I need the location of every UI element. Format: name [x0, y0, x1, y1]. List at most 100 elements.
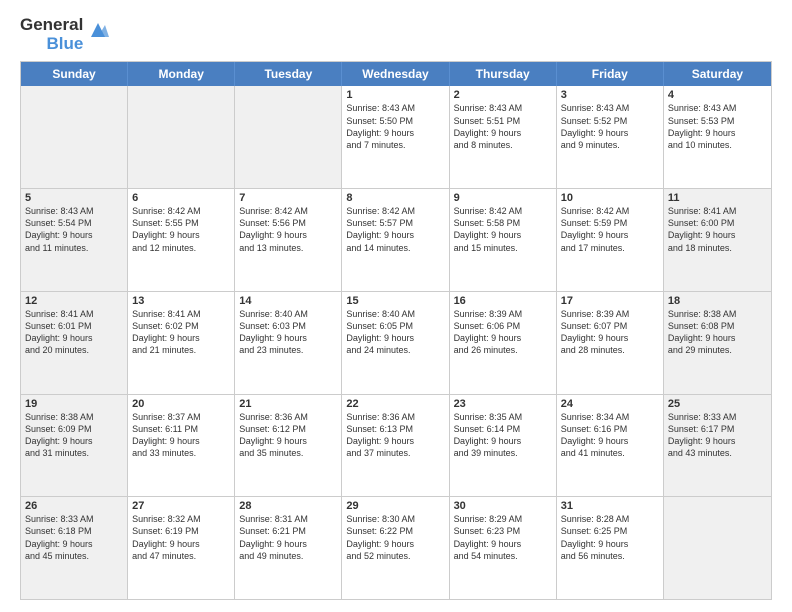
cell-info: Sunrise: 8:33 AM Sunset: 6:18 PM Dayligh… [25, 513, 123, 562]
day-number: 2 [454, 89, 552, 101]
cal-row-0: 1Sunrise: 8:43 AM Sunset: 5:50 PM Daylig… [21, 86, 771, 189]
cal-cell-day-16: 16Sunrise: 8:39 AM Sunset: 6:06 PM Dayli… [450, 292, 557, 394]
day-number: 11 [668, 192, 767, 204]
day-number: 10 [561, 192, 659, 204]
cal-cell-day-11: 11Sunrise: 8:41 AM Sunset: 6:00 PM Dayli… [664, 189, 771, 291]
day-number: 3 [561, 89, 659, 101]
cell-info: Sunrise: 8:33 AM Sunset: 6:17 PM Dayligh… [668, 411, 767, 460]
cell-info: Sunrise: 8:39 AM Sunset: 6:06 PM Dayligh… [454, 308, 552, 357]
cal-cell-day-15: 15Sunrise: 8:40 AM Sunset: 6:05 PM Dayli… [342, 292, 449, 394]
header-cell-sunday: Sunday [21, 62, 128, 86]
cal-cell-day-19: 19Sunrise: 8:38 AM Sunset: 6:09 PM Dayli… [21, 395, 128, 497]
cell-info: Sunrise: 8:43 AM Sunset: 5:50 PM Dayligh… [346, 102, 444, 151]
cell-info: Sunrise: 8:43 AM Sunset: 5:53 PM Dayligh… [668, 102, 767, 151]
cell-info: Sunrise: 8:43 AM Sunset: 5:51 PM Dayligh… [454, 102, 552, 151]
day-number: 24 [561, 398, 659, 410]
header-cell-monday: Monday [128, 62, 235, 86]
cal-cell-day-29: 29Sunrise: 8:30 AM Sunset: 6:22 PM Dayli… [342, 497, 449, 599]
day-number: 15 [346, 295, 444, 307]
cell-info: Sunrise: 8:41 AM Sunset: 6:01 PM Dayligh… [25, 308, 123, 357]
logo-blue: Blue [46, 35, 83, 54]
cell-info: Sunrise: 8:28 AM Sunset: 6:25 PM Dayligh… [561, 513, 659, 562]
cal-cell-day-18: 18Sunrise: 8:38 AM Sunset: 6:08 PM Dayli… [664, 292, 771, 394]
page: General Blue SundayMondayTuesdayWednesda… [0, 0, 792, 612]
day-number: 21 [239, 398, 337, 410]
cell-info: Sunrise: 8:43 AM Sunset: 5:52 PM Dayligh… [561, 102, 659, 151]
day-number: 18 [668, 295, 767, 307]
cell-info: Sunrise: 8:36 AM Sunset: 6:12 PM Dayligh… [239, 411, 337, 460]
cell-info: Sunrise: 8:40 AM Sunset: 6:05 PM Dayligh… [346, 308, 444, 357]
logo: General Blue [20, 16, 109, 53]
day-number: 20 [132, 398, 230, 410]
day-number: 4 [668, 89, 767, 101]
calendar-body: 1Sunrise: 8:43 AM Sunset: 5:50 PM Daylig… [21, 86, 771, 599]
cal-cell-day-24: 24Sunrise: 8:34 AM Sunset: 6:16 PM Dayli… [557, 395, 664, 497]
cal-cell-empty [21, 86, 128, 188]
cal-cell-empty [664, 497, 771, 599]
day-number: 9 [454, 192, 552, 204]
header-cell-tuesday: Tuesday [235, 62, 342, 86]
day-number: 28 [239, 500, 337, 512]
cal-cell-day-3: 3Sunrise: 8:43 AM Sunset: 5:52 PM Daylig… [557, 86, 664, 188]
cal-cell-day-20: 20Sunrise: 8:37 AM Sunset: 6:11 PM Dayli… [128, 395, 235, 497]
day-number: 8 [346, 192, 444, 204]
logo-icon [87, 19, 109, 46]
day-number: 19 [25, 398, 123, 410]
cal-cell-day-1: 1Sunrise: 8:43 AM Sunset: 5:50 PM Daylig… [342, 86, 449, 188]
cal-cell-day-21: 21Sunrise: 8:36 AM Sunset: 6:12 PM Dayli… [235, 395, 342, 497]
cell-info: Sunrise: 8:41 AM Sunset: 6:02 PM Dayligh… [132, 308, 230, 357]
cell-info: Sunrise: 8:32 AM Sunset: 6:19 PM Dayligh… [132, 513, 230, 562]
cal-cell-day-30: 30Sunrise: 8:29 AM Sunset: 6:23 PM Dayli… [450, 497, 557, 599]
cal-cell-day-17: 17Sunrise: 8:39 AM Sunset: 6:07 PM Dayli… [557, 292, 664, 394]
cal-row-1: 5Sunrise: 8:43 AM Sunset: 5:54 PM Daylig… [21, 189, 771, 292]
cell-info: Sunrise: 8:29 AM Sunset: 6:23 PM Dayligh… [454, 513, 552, 562]
cal-cell-empty [235, 86, 342, 188]
day-number: 26 [25, 500, 123, 512]
cell-info: Sunrise: 8:38 AM Sunset: 6:08 PM Dayligh… [668, 308, 767, 357]
header-cell-friday: Friday [557, 62, 664, 86]
cal-cell-day-7: 7Sunrise: 8:42 AM Sunset: 5:56 PM Daylig… [235, 189, 342, 291]
day-number: 5 [25, 192, 123, 204]
cell-info: Sunrise: 8:40 AM Sunset: 6:03 PM Dayligh… [239, 308, 337, 357]
cell-info: Sunrise: 8:42 AM Sunset: 5:58 PM Dayligh… [454, 205, 552, 254]
cal-cell-day-26: 26Sunrise: 8:33 AM Sunset: 6:18 PM Dayli… [21, 497, 128, 599]
cal-cell-day-23: 23Sunrise: 8:35 AM Sunset: 6:14 PM Dayli… [450, 395, 557, 497]
header: General Blue [20, 16, 772, 53]
cal-cell-day-10: 10Sunrise: 8:42 AM Sunset: 5:59 PM Dayli… [557, 189, 664, 291]
cell-info: Sunrise: 8:34 AM Sunset: 6:16 PM Dayligh… [561, 411, 659, 460]
cell-info: Sunrise: 8:42 AM Sunset: 5:59 PM Dayligh… [561, 205, 659, 254]
cell-info: Sunrise: 8:36 AM Sunset: 6:13 PM Dayligh… [346, 411, 444, 460]
cal-row-2: 12Sunrise: 8:41 AM Sunset: 6:01 PM Dayli… [21, 292, 771, 395]
cal-cell-day-8: 8Sunrise: 8:42 AM Sunset: 5:57 PM Daylig… [342, 189, 449, 291]
cell-info: Sunrise: 8:42 AM Sunset: 5:57 PM Dayligh… [346, 205, 444, 254]
cal-cell-day-28: 28Sunrise: 8:31 AM Sunset: 6:21 PM Dayli… [235, 497, 342, 599]
cal-cell-day-31: 31Sunrise: 8:28 AM Sunset: 6:25 PM Dayli… [557, 497, 664, 599]
cal-cell-day-2: 2Sunrise: 8:43 AM Sunset: 5:51 PM Daylig… [450, 86, 557, 188]
cal-cell-day-9: 9Sunrise: 8:42 AM Sunset: 5:58 PM Daylig… [450, 189, 557, 291]
calendar: SundayMondayTuesdayWednesdayThursdayFrid… [20, 61, 772, 600]
cell-info: Sunrise: 8:42 AM Sunset: 5:56 PM Dayligh… [239, 205, 337, 254]
logo-general: General [20, 16, 83, 35]
cal-cell-day-6: 6Sunrise: 8:42 AM Sunset: 5:55 PM Daylig… [128, 189, 235, 291]
cell-info: Sunrise: 8:39 AM Sunset: 6:07 PM Dayligh… [561, 308, 659, 357]
cal-cell-day-27: 27Sunrise: 8:32 AM Sunset: 6:19 PM Dayli… [128, 497, 235, 599]
cal-cell-day-13: 13Sunrise: 8:41 AM Sunset: 6:02 PM Dayli… [128, 292, 235, 394]
cell-info: Sunrise: 8:30 AM Sunset: 6:22 PM Dayligh… [346, 513, 444, 562]
day-number: 1 [346, 89, 444, 101]
cal-cell-day-14: 14Sunrise: 8:40 AM Sunset: 6:03 PM Dayli… [235, 292, 342, 394]
calendar-header: SundayMondayTuesdayWednesdayThursdayFrid… [21, 62, 771, 86]
day-number: 23 [454, 398, 552, 410]
day-number: 16 [454, 295, 552, 307]
cell-info: Sunrise: 8:43 AM Sunset: 5:54 PM Dayligh… [25, 205, 123, 254]
day-number: 7 [239, 192, 337, 204]
day-number: 27 [132, 500, 230, 512]
cell-info: Sunrise: 8:37 AM Sunset: 6:11 PM Dayligh… [132, 411, 230, 460]
day-number: 6 [132, 192, 230, 204]
cal-cell-day-12: 12Sunrise: 8:41 AM Sunset: 6:01 PM Dayli… [21, 292, 128, 394]
cal-cell-empty [128, 86, 235, 188]
day-number: 13 [132, 295, 230, 307]
header-cell-wednesday: Wednesday [342, 62, 449, 86]
cal-cell-day-5: 5Sunrise: 8:43 AM Sunset: 5:54 PM Daylig… [21, 189, 128, 291]
cal-cell-day-22: 22Sunrise: 8:36 AM Sunset: 6:13 PM Dayli… [342, 395, 449, 497]
day-number: 30 [454, 500, 552, 512]
